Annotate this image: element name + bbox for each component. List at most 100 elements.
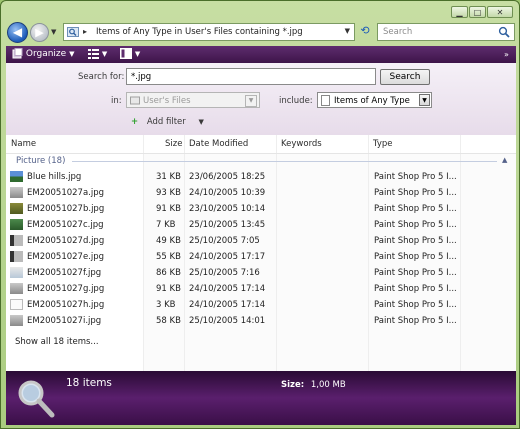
in-label: in:: [111, 96, 122, 106]
file-name: EM20051027b.jpg: [27, 204, 105, 214]
item-count: 18 items: [66, 377, 112, 389]
file-type: Paint Shop Pro 5 I...: [374, 316, 457, 326]
file-list: Name Size Date Modified Keywords Type Pi…: [6, 135, 516, 371]
file-date: 25/10/2005 13:45: [189, 220, 266, 230]
command-bar: Organize ▼ ▼ ▼ »: [6, 46, 516, 63]
file-date: 24/10/2005 17:14: [189, 300, 266, 310]
add-filter-label: Add filter: [146, 117, 186, 127]
search-icon[interactable]: [498, 26, 510, 38]
add-icon: +: [131, 117, 139, 127]
details-pane: 18 items Size: 1,00 MB: [6, 371, 516, 425]
file-type: Paint Shop Pro 5 I...: [374, 236, 457, 246]
file-name: EM20051027e.jpg: [27, 252, 105, 262]
add-filter-button[interactable]: + Add filter ▼: [131, 117, 204, 127]
size-value: 1,00 MB: [310, 380, 346, 390]
file-size: 31 KB: [156, 172, 181, 182]
file-name: EM20051027g.jpg: [27, 284, 105, 294]
file-row[interactable]: EM20051027d.jpg 49 KB 25/10/2005 7:05 Paint…: [6, 233, 516, 249]
group-header[interactable]: Picture (18): [16, 156, 65, 166]
image-thumbnail-icon: [10, 283, 23, 294]
file-size: 7 KB: [156, 220, 176, 230]
search-button[interactable]: Search: [380, 69, 430, 85]
file-row[interactable]: EM20051027b.jpg 91 KB 23/10/2005 10:14 Pain…: [6, 201, 516, 217]
include-combo[interactable]: Items of Any Type ▼: [317, 92, 432, 108]
image-thumbnail-icon: [10, 315, 23, 326]
user-folder-icon: [130, 96, 140, 105]
file-type: Paint Shop Pro 5 I...: [374, 204, 457, 214]
file-type: Paint Shop Pro 5 I...: [374, 220, 457, 230]
breadcrumb-separator-icon: ▸: [83, 27, 88, 36]
recent-pages-dropdown-icon[interactable]: ▼: [51, 28, 56, 36]
address-bar[interactable]: ▸ Items of Any Type in User's Files cont…: [63, 23, 355, 41]
search-for-field[interactable]: *.jpg: [126, 68, 376, 85]
file-row[interactable]: Blue hills.jpg 31 KB 23/06/2005 18:25 Paint…: [6, 169, 516, 185]
organize-button[interactable]: Organize ▼: [12, 46, 74, 63]
file-type: Paint Shop Pro 5 I...: [374, 284, 457, 294]
layout-button[interactable]: ▼: [120, 46, 140, 63]
explorer-window: ▁ □ ✕ ◀ ▶ ▼ ▸ Items of Any Type in User'…: [0, 0, 520, 429]
add-filter-dropdown-icon: ▼: [198, 118, 204, 126]
column-header-date[interactable]: Date Modified: [189, 135, 248, 153]
file-size: 55 KB: [156, 252, 181, 262]
organize-icon: [12, 48, 23, 59]
size-label: Size:: [281, 380, 305, 390]
image-thumbnail-icon: [10, 299, 23, 310]
image-thumbnail-icon: [10, 251, 23, 262]
file-name: EM20051027d.jpg: [27, 236, 105, 246]
file-size: 93 KB: [156, 188, 181, 198]
file-row[interactable]: EM20051027i.jpg 58 KB 25/10/2005 14:01 Pain…: [6, 313, 516, 329]
views-dropdown-icon: ▼: [101, 50, 108, 58]
file-type: Paint Shop Pro 5 I...: [374, 172, 457, 182]
image-thumbnail-icon: [10, 171, 23, 182]
forward-arrow-icon: ▶: [35, 26, 44, 39]
search-pane: Search for: *.jpg Search in: User's File…: [6, 63, 516, 135]
file-date: 25/10/2005 14:01: [189, 316, 266, 326]
file-date: 25/10/2005 7:05: [189, 236, 260, 246]
layout-dropdown-icon: ▼: [134, 50, 141, 58]
minimize-button[interactable]: ▁: [451, 6, 468, 18]
image-thumbnail-icon: [10, 235, 23, 246]
file-row[interactable]: EM20051027g.jpg 91 KB 24/10/2005 17:14 Pain…: [6, 281, 516, 297]
file-row[interactable]: EM20051027a.jpg 93 KB 24/10/2005 10:39 Pain…: [6, 185, 516, 201]
views-icon: [88, 49, 99, 59]
views-button[interactable]: ▼: [88, 46, 107, 63]
in-location-combo[interactable]: User's Files ▼: [126, 92, 260, 108]
search-input[interactable]: Search: [383, 27, 412, 37]
organize-label: Organize: [25, 49, 67, 59]
forward-button[interactable]: ▶: [30, 23, 49, 42]
file-size: 91 KB: [156, 204, 181, 214]
file-name: EM20051027c.jpg: [27, 220, 104, 230]
file-size: 49 KB: [156, 236, 181, 246]
document-icon: [321, 95, 330, 106]
collapse-group-icon[interactable]: ▲: [502, 156, 507, 164]
search-magnifier-icon: [18, 380, 55, 418]
maximize-button[interactable]: □: [469, 6, 486, 18]
back-button[interactable]: ◀: [7, 22, 28, 43]
image-thumbnail-icon: [10, 187, 23, 198]
file-date: 23/06/2005 18:25: [189, 172, 266, 182]
file-row[interactable]: EM20051027h.jpg 3 KB 24/10/2005 17:14 Paint…: [6, 297, 516, 313]
search-box[interactable]: Search: [377, 23, 515, 41]
refresh-button[interactable]: ⟲: [358, 24, 372, 38]
toolbar-overflow-icon[interactable]: »: [504, 46, 509, 63]
close-button[interactable]: ✕: [487, 6, 513, 18]
file-row[interactable]: EM20051027e.jpg 55 KB 24/10/2005 17:17 Pain…: [6, 249, 516, 265]
search-for-value: *.jpg: [131, 72, 152, 82]
in-location-dropdown-icon: ▼: [245, 95, 257, 107]
file-type: Paint Shop Pro 5 I...: [374, 188, 457, 198]
back-arrow-icon: ◀: [12, 25, 23, 39]
file-row[interactable]: EM20051027f.jpg 86 KB 25/10/2005 7:16 Paint…: [6, 265, 516, 281]
organize-dropdown-icon: ▼: [69, 50, 75, 58]
file-date: 25/10/2005 7:16: [189, 268, 260, 278]
column-header-name[interactable]: Name: [11, 135, 36, 153]
address-dropdown-icon[interactable]: ▼: [345, 27, 350, 35]
file-date: 24/10/2005 10:39: [189, 188, 266, 198]
file-date: 24/10/2005 17:14: [189, 284, 266, 294]
column-header-keywords[interactable]: Keywords: [281, 135, 322, 153]
column-header-type[interactable]: Type: [373, 135, 393, 153]
file-size: 91 KB: [156, 284, 181, 294]
show-all-link[interactable]: Show all 18 items...: [15, 337, 99, 347]
file-name: Blue hills.jpg: [27, 172, 82, 182]
column-header-size[interactable]: Size: [165, 135, 182, 153]
file-row[interactable]: EM20051027c.jpg 7 KB 25/10/2005 13:45 Paint…: [6, 217, 516, 233]
